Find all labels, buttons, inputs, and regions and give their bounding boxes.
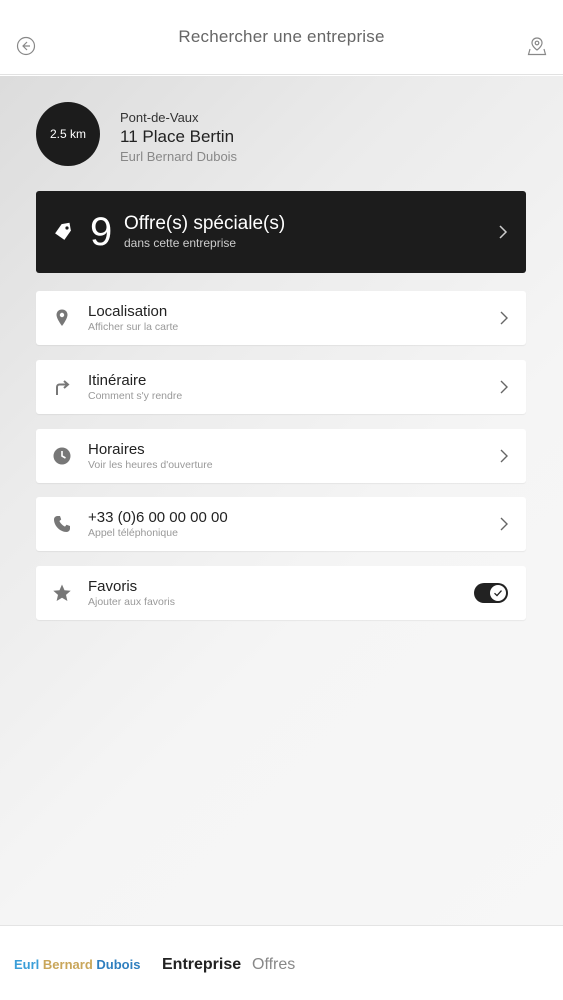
favorite-toggle[interactable] xyxy=(474,583,508,603)
brand-part-2: Bernard xyxy=(42,957,97,972)
star-icon xyxy=(53,584,71,601)
tab-entreprise[interactable]: Entreprise xyxy=(162,956,241,974)
offers-count: 9 xyxy=(90,210,113,254)
phone-icon xyxy=(54,516,70,532)
row-telephone[interactable]: +33 (0)6 00 00 00 00 Appel téléphonique xyxy=(36,497,526,551)
page-title: Rechercher une entreprise xyxy=(178,27,385,46)
row-localisation[interactable]: Localisation Afficher sur la carte xyxy=(36,291,526,345)
chevron-right-icon xyxy=(500,517,508,531)
chevron-right-icon xyxy=(499,225,508,239)
turn-right-arrow-icon xyxy=(56,380,70,395)
row-subtitle: Afficher sur la carte xyxy=(88,321,179,333)
row-subtitle: Appel téléphonique xyxy=(88,527,178,539)
row-title: Itinéraire xyxy=(88,372,147,389)
business-city: Pont-de-Vaux xyxy=(120,110,199,125)
row-subtitle: Comment s'y rendre xyxy=(88,390,183,402)
map-location-icon[interactable] xyxy=(527,36,547,56)
row-favoris: Favoris Ajouter aux favoris xyxy=(36,566,526,620)
row-title: +33 (0)6 00 00 00 00 xyxy=(88,509,228,526)
top-bar: Rechercher une entreprise xyxy=(0,0,563,75)
clock-icon xyxy=(53,447,71,465)
chevron-right-icon xyxy=(500,311,508,325)
bottom-bar: Eurl Bernard Dubois Entreprise Offres xyxy=(0,925,563,1000)
row-title: Localisation xyxy=(88,303,168,320)
brand-part-3: Dubois xyxy=(96,957,141,972)
distance-badge: 2.5 km xyxy=(36,102,100,166)
location-pin-icon xyxy=(56,309,68,326)
offers-title: Offre(s) spéciale(s) xyxy=(124,213,286,234)
business-header: 2.5 km Pont-de-Vaux 11 Place Bertin Eurl… xyxy=(36,102,526,166)
row-horaires[interactable]: Horaires Voir les heures d'ouverture xyxy=(36,429,526,483)
row-title: Horaires xyxy=(88,441,145,458)
brand-logo: Eurl Bernard Dubois xyxy=(14,957,140,972)
row-title: Favoris xyxy=(88,578,138,595)
business-street: 11 Place Bertin xyxy=(120,127,235,146)
special-offers-button[interactable]: 9 Offre(s) spéciale(s) dans cette entrep… xyxy=(36,191,526,273)
row-itineraire[interactable]: Itinéraire Comment s'y rendre xyxy=(36,360,526,414)
row-subtitle: Voir les heures d'ouverture xyxy=(88,459,213,471)
back-arrow-icon[interactable] xyxy=(16,36,36,56)
row-subtitle: Ajouter aux favoris xyxy=(88,596,175,608)
content-area: 2.5 km Pont-de-Vaux 11 Place Bertin Eurl… xyxy=(0,76,563,925)
offers-subtitle: dans cette entreprise xyxy=(124,236,237,250)
chevron-right-icon xyxy=(500,380,508,394)
price-tag-icon xyxy=(55,222,71,240)
check-icon xyxy=(494,590,502,597)
tab-offres[interactable]: Offres xyxy=(252,956,295,974)
business-name: Eurl Bernard Dubois xyxy=(120,149,238,164)
brand-part-1: Eurl xyxy=(14,957,43,972)
toggle-knob xyxy=(490,585,506,601)
chevron-right-icon xyxy=(500,449,508,463)
